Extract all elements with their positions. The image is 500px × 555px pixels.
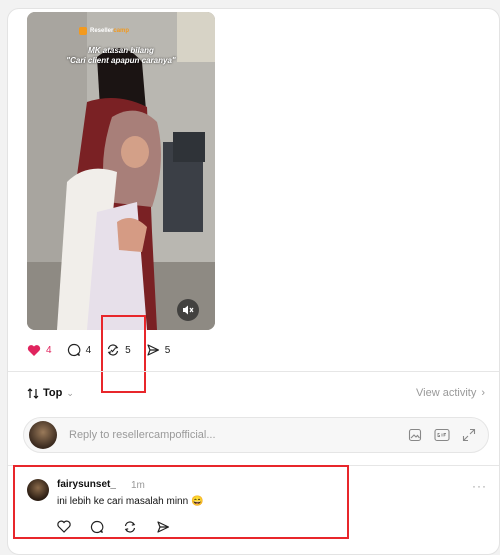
comment-count: 4 [85,344,92,356]
share-button[interactable]: 5 [146,343,171,357]
mute-button[interactable] [177,299,199,321]
brand-icon [79,27,87,35]
image-icon[interactable] [408,428,422,442]
sort-row: Top ⌄ View activity › [27,387,485,399]
avatar [29,421,57,449]
caption-line-2: "Cari client apapun caranya" [66,56,176,65]
sort-dropdown[interactable]: Top ⌄ [27,387,74,399]
comment-icon [67,343,80,357]
highlight-box-repost [101,315,146,393]
brand-prefix: Reseller [90,28,114,34]
sort-label: Top [43,387,63,399]
video-brand-logo: Resellercamp [79,24,165,38]
reply-input[interactable]: Reply to resellercampofficial... [69,429,408,441]
caption-line-1: MK atasan bilang [88,46,154,55]
highlight-box-comment [13,465,349,539]
share-count: 5 [164,344,171,356]
view-activity-label: View activity [416,387,477,399]
gif-icon[interactable] [434,428,450,442]
send-icon [147,344,159,356]
like-count: 4 [46,344,52,356]
sort-icon [27,387,39,399]
speaker-muted-icon [183,305,194,315]
reply-bar[interactable]: Reply to resellercampofficial... [23,417,489,453]
expand-icon[interactable] [462,428,476,442]
post-video[interactable]: Resellercamp MK atasan bilang "Cari clie… [27,12,215,330]
heart-filled-icon [27,344,41,356]
reply-attachments [408,428,476,442]
chevron-right-icon: › [481,387,485,399]
post-card: Resellercamp MK atasan bilang "Cari clie… [7,8,500,555]
divider [8,371,499,372]
chevron-down-icon: ⌄ [66,387,74,398]
view-activity-link[interactable]: View activity › [416,387,485,399]
more-options-icon[interactable]: ··· [472,479,487,493]
comment-button[interactable]: 4 [67,343,92,357]
video-caption: MK atasan bilang "Cari client apapun car… [27,46,215,66]
like-button[interactable]: 4 [27,344,52,357]
brand-suffix: camp [113,28,130,34]
